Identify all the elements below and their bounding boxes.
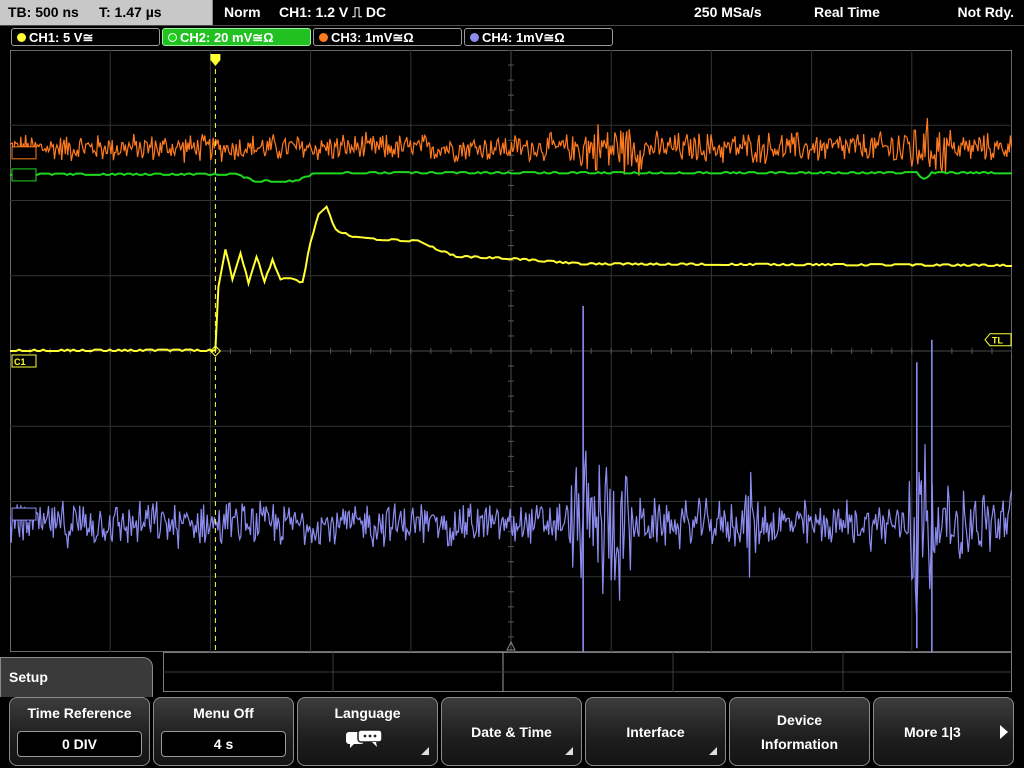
timebase-value: TB: 500 ns [8,4,79,20]
ch4-label: CH4: 1mV≅Ω [482,30,565,45]
time-reference-label: Time Reference [27,705,132,721]
tab-ch1[interactable]: CH1: 5 V≅ [11,28,160,46]
interface-button[interactable]: Interface [585,697,726,766]
tab-ch2[interactable]: CH2: 20 mV≅Ω [162,28,311,46]
submenu-indicator-icon [709,747,717,755]
ch2-offset-tag [11,168,37,182]
ch4-offset-tag [11,507,37,521]
device-information-label-line1: Device [776,712,823,728]
menu-title: Setup [9,669,48,685]
submenu-indicator-icon [421,747,429,755]
menu-off-label: Menu Off [193,705,254,721]
language-label: Language [334,705,401,721]
more-label: More 1|3 [903,724,961,740]
ch2-color-icon [168,33,177,42]
interface-label: Interface [626,724,685,740]
ch2-label: CH2: 20 mV≅Ω [180,30,274,45]
time-reference-value: 0 DIV [17,731,142,757]
time-reference-button[interactable]: Time Reference 0 DIV [9,697,150,766]
date-time-button[interactable]: Date & Time [441,697,582,766]
ch1-label: CH1: 5 V≅ [29,30,94,45]
ch3-offset-tag [11,146,37,160]
more-button[interactable]: More 1|3 [873,697,1014,766]
tab-ch4[interactable]: CH4: 1mV≅Ω [464,28,613,46]
menu-title-tab: Setup [0,657,153,697]
menu-off-button[interactable]: Menu Off 4 s [153,697,294,766]
language-button[interactable]: Language [297,697,438,766]
zoom-strip-grid [163,652,1012,692]
device-information-button[interactable]: Device Information [729,697,870,766]
ch3-color-icon [319,33,328,42]
trigger-mode[interactable]: Norm [224,0,261,25]
ch4-color-icon [470,33,479,42]
trigger-time-value: T: 1.47 µs [99,4,162,20]
trigger-source[interactable]: CH1: 1.2 V ⎍ DC [279,0,386,25]
ch1-color-icon [17,33,26,42]
device-information-label-line2: Information [761,736,838,752]
ch3-label: CH3: 1mV≅Ω [331,30,414,45]
submenu-indicator-icon [565,747,573,755]
tab-ch3[interactable]: CH3: 1mV≅Ω [313,28,462,46]
sample-rate: 250 MSa/s [694,4,762,20]
date-time-label: Date & Time [471,724,552,740]
arrow-right-icon [1000,725,1008,739]
trigger-level-label: TL [992,336,1003,346]
menu-off-value: 4 s [161,731,286,757]
zoom-strip [163,652,1012,692]
waveform-display[interactable]: TL C1 [10,50,1012,652]
acquisition-mode[interactable]: Real Time [814,0,880,25]
ch1-offset-tag-label: C1 [14,357,26,367]
timebase-box[interactable]: TB: 500 ns T: 1.47 µs [0,0,213,25]
status-bar: TB: 500 ns T: 1.47 µs Norm CH1: 1.2 V ⎍ … [0,0,1024,26]
speech-bubbles-icon [346,729,383,748]
acquisition-status: Not Rdy. [957,4,1014,20]
status-divider [0,25,1024,26]
